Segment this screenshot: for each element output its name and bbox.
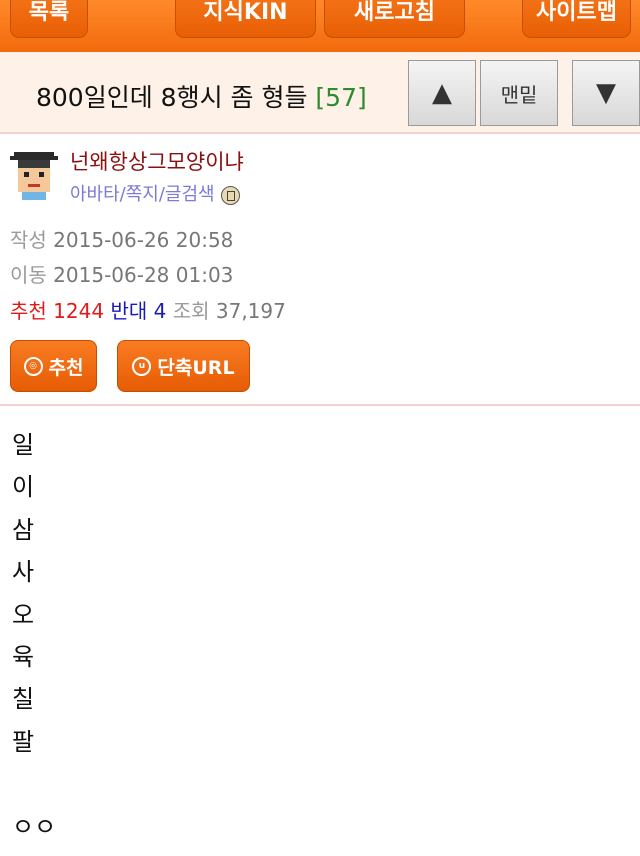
body-line: 칠 — [12, 685, 35, 714]
body-line: 팔 — [12, 727, 35, 756]
down-arrow-icon: ▼ — [596, 78, 616, 108]
recommend-button[interactable]: ◎ 추천 — [10, 340, 97, 392]
post-body: 일 이 삼 사 오 육 칠 팔 ㅇㅇ — [12, 424, 56, 848]
post-stats: 추천 1244 반대 4 조회 37,197 — [10, 295, 286, 324]
short-url-circle-icon: u — [132, 356, 152, 376]
short-url-button-label: 단축URL — [157, 356, 235, 379]
post-author-section: 넌왜항상그모양이냐 아바타/쪽지/글검색 작성 2015-06-26 20:58… — [0, 134, 640, 406]
body-line: 일 — [12, 431, 35, 459]
up-arrow-icon: ▲ — [432, 78, 452, 108]
list-button[interactable]: 목록 — [10, 0, 88, 38]
author-links-text[interactable]: 아바타/쪽지/글검색 — [70, 184, 215, 205]
scroll-up-button[interactable]: ▲ — [408, 60, 476, 126]
body-line: 육 — [12, 642, 35, 671]
body-line: ㅇㅇ — [12, 812, 57, 841]
body-line — [12, 763, 56, 805]
level-badge-icon — [220, 185, 240, 205]
top-navigation-bar: 목록 지식KIN 새로고침 사이트맵 — [0, 0, 640, 52]
author-nickname[interactable]: 넌왜항상그모양이냐 — [70, 146, 244, 176]
written-label: 작성 — [10, 228, 47, 252]
recommend-count: 1244 — [53, 299, 105, 323]
refresh-button[interactable]: 새로고침 — [324, 0, 465, 38]
views-count: 37,197 — [215, 299, 286, 323]
body-line: 이 — [12, 473, 35, 502]
kin-button[interactable]: 지식KIN — [175, 0, 316, 38]
comment-count[interactable]: [57] — [315, 83, 366, 112]
body-line: 오 — [12, 600, 35, 629]
moved-label: 이동 — [10, 263, 47, 287]
moved-date: 이동 2015-06-28 01:03 — [10, 259, 233, 288]
avatar[interactable] — [10, 152, 58, 200]
author-links[interactable]: 아바타/쪽지/글검색 — [70, 180, 240, 206]
body-line: 사 — [12, 558, 35, 587]
post-title-text: 800일인데 8행시 좀 형들 — [36, 83, 308, 112]
recommend-circle-icon: ◎ — [23, 356, 43, 376]
moved-value: 2015-06-28 01:03 — [53, 263, 234, 287]
written-date: 작성 2015-06-26 20:58 — [10, 224, 233, 253]
post-title-row: 800일인데 8행시 좀 형들 [57] ▲ 맨밑 ▼ — [0, 52, 640, 134]
oppose-label: 반대 — [110, 299, 148, 323]
sitemap-button[interactable]: 사이트맵 — [522, 0, 631, 38]
post-title: 800일인데 8행시 좀 형들 [57] — [36, 78, 367, 114]
views-label: 조회 — [172, 299, 210, 323]
body-line: 삼 — [12, 515, 35, 544]
short-url-button[interactable]: u 단축URL — [117, 340, 250, 392]
scroll-down-button[interactable]: ▼ — [572, 60, 640, 126]
recommend-button-label: 추천 — [48, 356, 84, 379]
written-value: 2015-06-26 20:58 — [53, 228, 234, 252]
scroll-bottom-button[interactable]: 맨밑 — [480, 60, 558, 126]
oppose-count: 4 — [153, 299, 167, 323]
recommend-label: 추천 — [10, 299, 47, 323]
